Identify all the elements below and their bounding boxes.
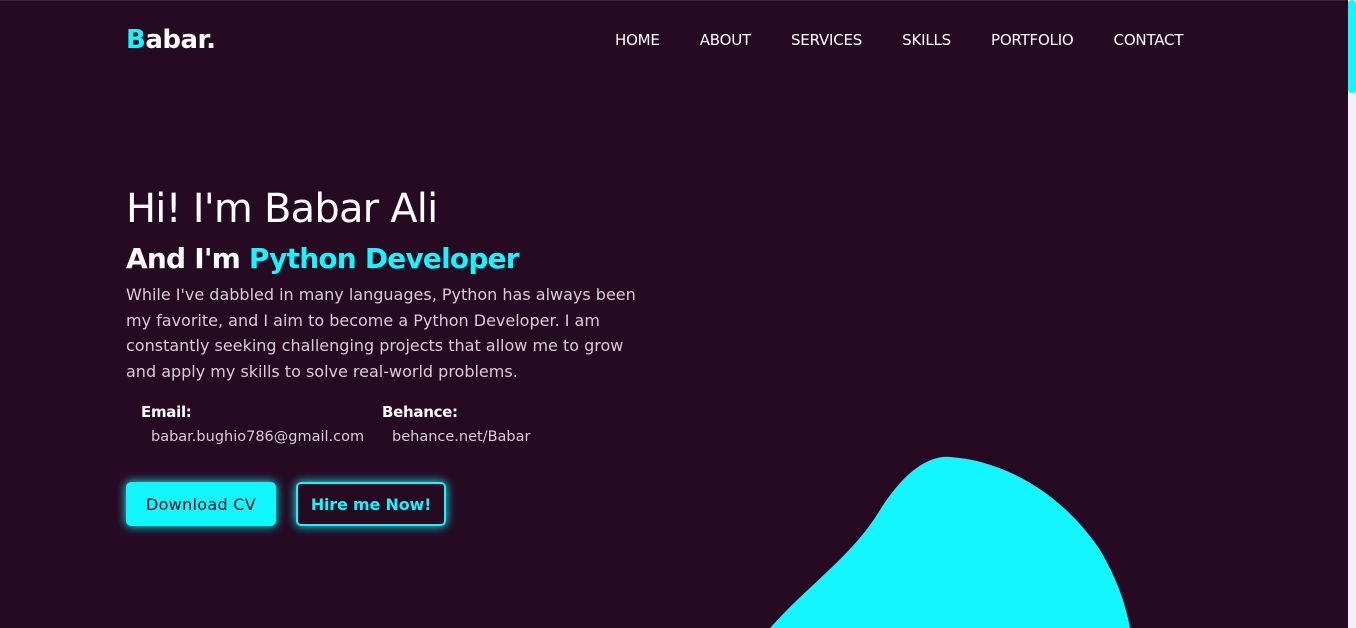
nav-item-home[interactable]: HOME (615, 31, 660, 49)
top-border (0, 0, 1348, 1)
hero-description: While I've dabbled in many languages, Py… (126, 285, 636, 381)
nav-item-skills[interactable]: SKILLS (902, 31, 951, 49)
behance-label: Behance: (382, 403, 458, 421)
download-cv-button[interactable]: Download CV (126, 482, 276, 526)
hire-me-button[interactable]: Hire me Now! (296, 482, 446, 526)
nav-item-portfolio[interactable]: PORTFOLIO (991, 31, 1074, 49)
behance-value[interactable]: behance.net/Babar (392, 429, 530, 445)
hero-subtitle-prefix: And I'm (126, 242, 249, 275)
decorative-blob (770, 456, 1131, 628)
logo-initial: B (126, 25, 146, 55)
nav-item-services[interactable]: SERVICES (791, 31, 862, 49)
email-value: babar.bughio786@gmail.com (151, 429, 365, 445)
nav-item-about[interactable]: ABOUT (700, 31, 751, 49)
scrollbar-thumb[interactable] (1348, 0, 1356, 93)
hero-subtitle: And I'm Python Developer (126, 242, 520, 275)
hero-title: Hi! I'm Babar Ali (126, 186, 438, 232)
site-logo[interactable]: Babar. (126, 25, 216, 55)
hero-role: Python Developer (248, 242, 520, 275)
nav-item-contact[interactable]: CONTACT (1114, 31, 1184, 49)
logo-rest: abar. (145, 25, 216, 55)
main-nav: HOME ABOUT SERVICES SKILLS PORTFOLIO CON… (615, 31, 1223, 49)
scrollbar-track[interactable] (1348, 0, 1356, 628)
email-label: Email: (141, 403, 192, 421)
portfolio-page: Babar. HOME ABOUT SERVICES SKILLS PORTFO… (0, 0, 1356, 628)
